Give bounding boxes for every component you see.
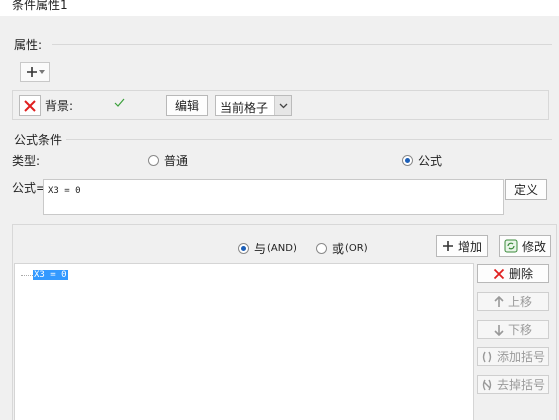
add-bracket-button[interactable]: 添加括号 bbox=[477, 347, 549, 366]
add-bracket-label: 添加括号 bbox=[496, 350, 545, 364]
type-label: 类型: bbox=[12, 154, 41, 168]
parentheses-icon bbox=[481, 351, 493, 363]
logic-and-label: 与 bbox=[254, 242, 267, 256]
move-down-label: 下移 bbox=[507, 323, 532, 337]
move-up-label: 上移 bbox=[507, 295, 532, 309]
formula-label: 公式= bbox=[12, 181, 47, 195]
formula-input[interactable]: X3 = 0 bbox=[43, 179, 504, 215]
add-condition-label: 增加 bbox=[457, 239, 482, 254]
add-condition-button[interactable]: 增加 bbox=[436, 235, 488, 257]
scope-select-value: 当前格子 bbox=[220, 101, 269, 115]
tree-connector bbox=[21, 274, 33, 276]
conditions-list[interactable]: X3 = 0 bbox=[14, 263, 474, 420]
attribute-row: 背景: 编辑 当前格子 bbox=[12, 90, 549, 120]
modify-condition-label: 修改 bbox=[521, 239, 546, 254]
arrow-down-icon bbox=[494, 324, 504, 336]
logic-or-radio[interactable] bbox=[316, 243, 327, 254]
edit-button[interactable]: 编辑 bbox=[166, 95, 208, 116]
chevron-down-icon bbox=[279, 103, 288, 109]
remove-bracket-label: 去掉括号 bbox=[496, 378, 545, 392]
formula-input-value: X3 = 0 bbox=[48, 186, 81, 196]
type-formula-label: 公式 bbox=[418, 154, 443, 168]
remove-parentheses-icon bbox=[481, 379, 493, 391]
logic-and-option[interactable]: 与 (AND) bbox=[238, 240, 297, 257]
attribute-name: 背景: bbox=[45, 99, 74, 113]
logic-or-sub: (OR) bbox=[345, 243, 368, 254]
move-down-button[interactable]: 下移 bbox=[477, 320, 549, 339]
type-normal-option[interactable]: 普通 bbox=[148, 152, 188, 169]
arrow-up-icon bbox=[494, 295, 504, 308]
red-x-icon bbox=[23, 99, 37, 113]
logic-and-sub: (AND) bbox=[267, 243, 297, 254]
type-normal-radio[interactable] bbox=[148, 155, 159, 166]
delete-label: 删除 bbox=[508, 267, 533, 281]
window-title: 条件属性1 bbox=[12, 0, 68, 12]
logic-or-label: 或 bbox=[332, 242, 345, 256]
title-bar: 条件属性1 bbox=[0, 0, 559, 16]
attributes-divider bbox=[52, 44, 552, 45]
type-formula-radio[interactable] bbox=[402, 155, 413, 166]
scope-dropdown-arrow[interactable] bbox=[274, 96, 291, 115]
add-attribute-button[interactable] bbox=[20, 62, 50, 82]
check-icon bbox=[114, 98, 125, 108]
list-item-text: X3 = 0 bbox=[33, 270, 68, 280]
remove-bracket-button[interactable]: 去掉括号 bbox=[477, 375, 549, 394]
formula-condition-divider bbox=[66, 139, 552, 140]
attributes-section-label: 属性: bbox=[14, 38, 43, 52]
modify-icon bbox=[504, 239, 518, 253]
red-x-icon bbox=[493, 268, 505, 280]
logic-or-option[interactable]: 或 (OR) bbox=[316, 240, 368, 257]
scope-select[interactable]: 当前格子 bbox=[215, 95, 292, 116]
formula-condition-section-label: 公式条件 bbox=[14, 133, 63, 147]
chevron-down-icon bbox=[38, 70, 45, 74]
type-normal-label: 普通 bbox=[164, 154, 189, 168]
delete-attribute-button[interactable] bbox=[19, 95, 41, 116]
plus-icon bbox=[26, 66, 38, 78]
delete-button[interactable]: 删除 bbox=[477, 264, 549, 283]
modify-condition-button[interactable]: 修改 bbox=[499, 235, 551, 257]
move-up-button[interactable]: 上移 bbox=[477, 292, 549, 311]
define-button[interactable]: 定义 bbox=[505, 179, 547, 200]
type-formula-option[interactable]: 公式 bbox=[402, 152, 442, 169]
plus-icon bbox=[442, 240, 454, 252]
list-item[interactable]: X3 = 0 bbox=[21, 270, 68, 280]
logic-and-radio[interactable] bbox=[238, 243, 249, 254]
